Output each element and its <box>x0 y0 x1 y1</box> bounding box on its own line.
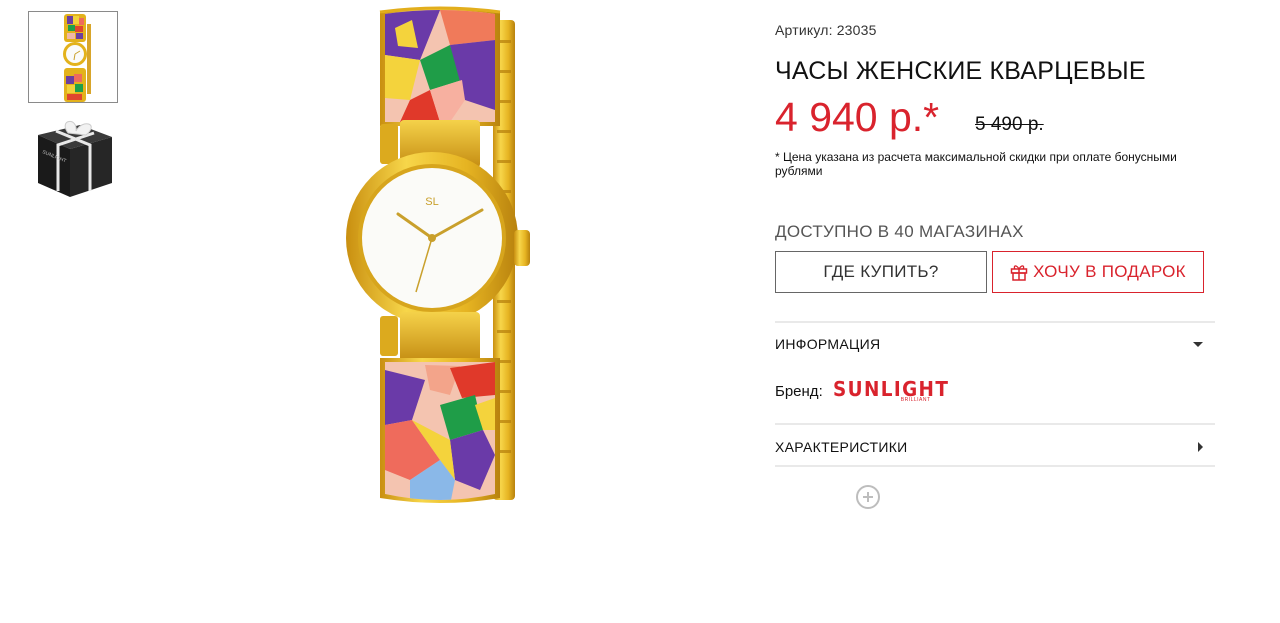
availability-text: ДОСТУПНО В 40 МАГАЗИНАХ <box>775 222 1024 241</box>
where-to-buy-label: ГДЕ КУПИТЬ? <box>823 262 939 281</box>
accordion-info-header[interactable]: ИНФОРМАЦИЯ <box>775 336 1215 352</box>
gift-box-thumbnail-image: SUNLIGHT <box>28 113 118 205</box>
brand-label: Бренд: <box>775 382 823 400</box>
watch-image: SL <box>346 6 530 503</box>
thumbnail-gift-box[interactable]: SUNLIGHT <box>28 113 118 205</box>
accordion-specs-header[interactable]: ХАРАКТЕРИСТИКИ <box>775 439 1215 455</box>
watch-face-logo: SL <box>425 196 438 208</box>
accordion-info-label: ИНФОРМАЦИЯ <box>775 336 881 352</box>
gift-wish-label: ХОЧУ В ПОДАРОК <box>1033 262 1186 281</box>
gift-wish-button[interactable]: ХОЧУ В ПОДАРОК <box>992 251 1204 293</box>
thumbnail-gallery: SUNLIGHT <box>28 11 120 215</box>
old-price: 5 490 р. <box>975 114 1044 135</box>
zoom-in-icon[interactable] <box>855 484 883 512</box>
brand-logo-sub: BRILLIANT <box>900 397 931 403</box>
accordion-specs-label: ХАРАКТЕРИСТИКИ <box>775 439 908 455</box>
brand-row: Бренд: SUNLIGHT BRILLIANT <box>775 378 957 404</box>
product-title: ЧАСЫ ЖЕНСКИЕ КВАРЦЕВЫЕ <box>775 57 1146 85</box>
divider <box>775 423 1215 425</box>
gift-icon <box>1010 265 1028 281</box>
sku: Артикул: 23035 <box>775 22 877 38</box>
brand-logo-word: SUNLIGHT <box>832 377 949 401</box>
chevron-right-icon <box>1198 442 1203 452</box>
chevron-down-icon <box>1193 341 1203 347</box>
watch-thumbnail-image <box>29 12 117 102</box>
product-main-image[interactable]: SL <box>150 0 880 520</box>
where-to-buy-button[interactable]: ГДЕ КУПИТЬ? <box>775 251 987 293</box>
price-note: * Цена указана из расчета максимальной с… <box>775 150 1177 178</box>
thumbnail-watch[interactable] <box>28 11 118 103</box>
sku-label: Артикул: <box>775 22 833 38</box>
sku-value: 23035 <box>836 22 877 38</box>
product-price: 4 940 р.* <box>775 94 940 140</box>
brand-logo[interactable]: SUNLIGHT BRILLIANT <box>833 378 957 404</box>
divider <box>775 321 1215 323</box>
divider <box>775 465 1215 467</box>
